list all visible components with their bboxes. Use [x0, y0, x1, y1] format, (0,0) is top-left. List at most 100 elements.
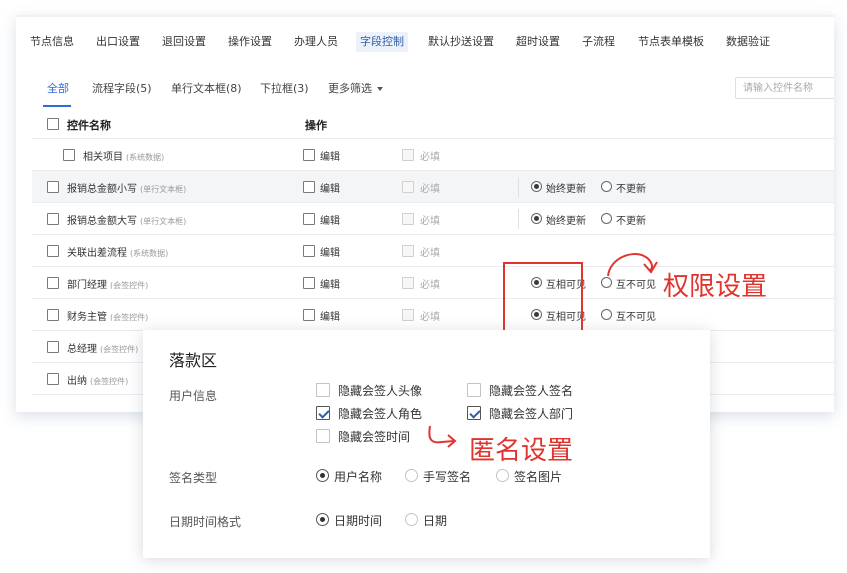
- hide-signature-label: 隐藏会签人签名: [489, 384, 574, 398]
- control-name: 部门经理 (会签控件): [67, 280, 149, 291]
- edit-checkbox[interactable]: [303, 309, 315, 321]
- row-select-checkbox[interactable]: [47, 373, 59, 385]
- permission-settings-annotation: 权限设置: [663, 272, 768, 302]
- table-row: 关联出差流程 (系统数据) 编辑 必填: [32, 235, 834, 267]
- hide-avatar-checkbox[interactable]: [316, 383, 330, 397]
- required-label: 必填: [420, 280, 440, 291]
- tab-default-cc-settings[interactable]: 默认抄送设置: [424, 32, 498, 52]
- required-checkbox[interactable]: [402, 213, 414, 225]
- curved-arrow-icon: [607, 253, 658, 277]
- row-select-checkbox[interactable]: [47, 213, 59, 225]
- filter-flow-fields[interactable]: 流程字段(5): [92, 80, 152, 96]
- required-checkbox[interactable]: [402, 181, 414, 193]
- tab-field-control[interactable]: 字段控制: [356, 32, 408, 52]
- required-checkbox[interactable]: [402, 309, 414, 321]
- table-row: 相关项目 (系统数据) 编辑 必填: [32, 139, 834, 171]
- row-select-checkbox[interactable]: [63, 149, 75, 161]
- sign-type-image-label: 签名图片: [514, 470, 563, 484]
- datetime-full-radio[interactable]: [316, 513, 329, 526]
- sign-type-image-radio[interactable]: [496, 469, 509, 482]
- control-name: 报销总金额小写 (单行文本框): [67, 184, 187, 195]
- hide-signature-checkbox[interactable]: [467, 383, 481, 397]
- filter-all[interactable]: 全部: [47, 80, 69, 96]
- column-divider: [518, 177, 519, 197]
- required-label: 必填: [420, 184, 440, 195]
- required-label: 必填: [420, 312, 440, 323]
- edit-label: 编辑: [320, 280, 340, 291]
- tab-operation-settings[interactable]: 操作设置: [224, 32, 276, 52]
- row-select-checkbox[interactable]: [47, 309, 59, 321]
- datetime-full-label: 日期时间: [334, 514, 383, 528]
- filter-single-text[interactable]: 单行文本框(8): [171, 80, 242, 96]
- edit-checkbox[interactable]: [303, 149, 315, 161]
- row-select-checkbox[interactable]: [47, 341, 59, 353]
- mutually-invisible-label: 互不可见: [616, 312, 656, 323]
- tab-data-validation[interactable]: 数据验证: [722, 32, 774, 52]
- select-all-checkbox[interactable]: [47, 118, 59, 130]
- header-action: 操作: [305, 119, 327, 132]
- edit-checkbox[interactable]: [303, 213, 315, 225]
- always-update-radio[interactable]: [531, 181, 542, 192]
- datetime-format-label: 日期时间格式: [169, 515, 242, 529]
- caret-down-icon: [377, 87, 383, 91]
- edit-label: 编辑: [320, 216, 340, 227]
- curved-arrow-icon: [428, 425, 457, 448]
- filter-more-dropdown[interactable]: 更多筛选: [328, 80, 383, 96]
- datetime-date-label: 日期: [423, 514, 448, 528]
- tab-handlers[interactable]: 办理人员: [290, 32, 342, 52]
- always-update-label: 始终更新: [546, 184, 586, 195]
- edit-label: 编辑: [320, 184, 340, 195]
- filter-more-label: 更多筛选: [328, 82, 372, 95]
- hide-department-checkbox[interactable]: [467, 406, 481, 420]
- sign-type-handwritten-radio[interactable]: [405, 469, 418, 482]
- required-checkbox[interactable]: [402, 277, 414, 289]
- control-name: 关联出差流程 (系统数据): [67, 248, 169, 259]
- required-label: 必填: [420, 216, 440, 227]
- edit-checkbox[interactable]: [303, 181, 315, 193]
- filter-dropdown[interactable]: 下拉框(3): [260, 80, 309, 96]
- hide-department-label: 隐藏会签人部门: [489, 407, 574, 421]
- always-update-label: 始终更新: [546, 216, 586, 227]
- table-row: 报销总金额大写 (单行文本框) 编辑 必填 始终更新 不更新: [32, 203, 834, 235]
- sign-type-username-radio[interactable]: [316, 469, 329, 482]
- hide-sign-time-checkbox[interactable]: [316, 429, 330, 443]
- active-tab-underline: [43, 105, 71, 107]
- row-select-checkbox[interactable]: [47, 277, 59, 289]
- required-label: 必填: [420, 248, 440, 259]
- node-settings-tabs: 节点信息 出口设置 退回设置 操作设置 办理人员 字段控制 默认抄送设置 超时设…: [16, 15, 834, 63]
- tab-timeout-settings[interactable]: 超时设置: [512, 32, 564, 52]
- edit-label: 编辑: [320, 312, 340, 323]
- table-header-row: 控件名称 操作: [32, 109, 834, 139]
- control-name: 相关项目 (系统数据): [83, 152, 165, 163]
- control-name-search-input[interactable]: [735, 77, 834, 99]
- tab-subprocess[interactable]: 子流程: [578, 32, 619, 52]
- edit-label: 编辑: [320, 248, 340, 259]
- table-row: 报销总金额小写 (单行文本框) 编辑 必填 始终更新 不更新: [32, 171, 834, 203]
- hide-role-label: 隐藏会签人角色: [338, 407, 423, 421]
- control-name: 出纳 (会签控件): [67, 376, 129, 387]
- row-select-checkbox[interactable]: [47, 181, 59, 193]
- control-name: 报销总金额大写 (单行文本框): [67, 216, 187, 227]
- no-update-radio[interactable]: [601, 181, 612, 192]
- tab-node-info[interactable]: 节点信息: [26, 32, 78, 52]
- datetime-date-radio[interactable]: [405, 513, 418, 526]
- edit-checkbox[interactable]: [303, 245, 315, 257]
- tab-return-settings[interactable]: 退回设置: [158, 32, 210, 52]
- tab-exit-settings[interactable]: 出口设置: [92, 32, 144, 52]
- required-label: 必填: [420, 152, 440, 163]
- mutually-invisible-radio[interactable]: [601, 309, 612, 320]
- hide-sign-time-label: 隐藏会签时间: [338, 430, 411, 444]
- anonymous-settings-annotation: 匿名设置: [469, 436, 574, 466]
- hide-role-checkbox[interactable]: [316, 406, 330, 420]
- hide-avatar-label: 隐藏会签人头像: [338, 384, 423, 398]
- sign-type-handwritten-label: 手写签名: [423, 470, 472, 484]
- field-filter-tabs: 全部 流程字段(5) 单行文本框(8) 下拉框(3) 更多筛选: [16, 63, 834, 107]
- tab-node-form-template[interactable]: 节点表单模板: [634, 32, 708, 52]
- edit-label: 编辑: [320, 152, 340, 163]
- always-update-radio[interactable]: [531, 213, 542, 224]
- required-checkbox[interactable]: [402, 149, 414, 161]
- no-update-radio[interactable]: [601, 213, 612, 224]
- required-checkbox[interactable]: [402, 245, 414, 257]
- row-select-checkbox[interactable]: [47, 245, 59, 257]
- edit-checkbox[interactable]: [303, 277, 315, 289]
